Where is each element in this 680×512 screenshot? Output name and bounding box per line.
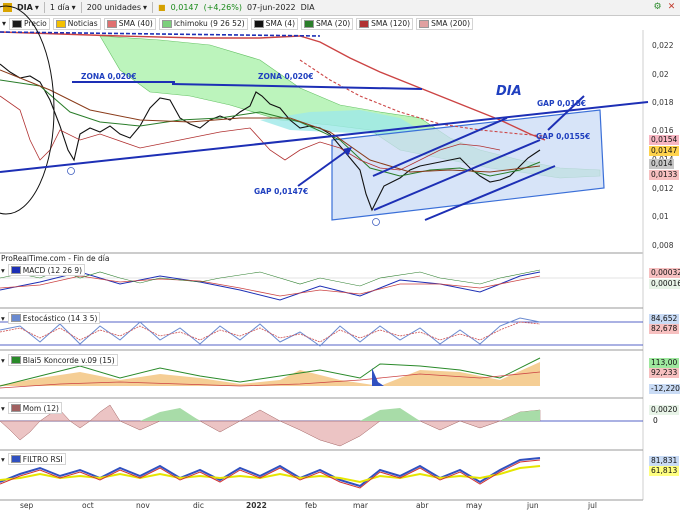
color-swatch xyxy=(10,404,21,412)
month-label: sep xyxy=(20,501,34,510)
zona-label-2: ZONA 0,020€ xyxy=(258,72,313,81)
koncorde-header: ▾ Blai5 Koncorde v.09 (15) xyxy=(1,354,118,366)
month-label: dic xyxy=(193,501,204,510)
koncorde-tag-1: 113,00 xyxy=(649,358,680,368)
month-label: jun xyxy=(527,501,539,510)
price-tag-grey: 0,014 xyxy=(649,159,675,169)
price-tag-last: 0,0147 xyxy=(649,146,680,156)
dropdown-menu-icon[interactable]: ▾ xyxy=(1,266,5,275)
price-tag-sma2: 0,0133 xyxy=(649,170,680,180)
stoch-label: Estocástico (14 3 5) xyxy=(22,313,98,323)
color-swatch xyxy=(10,356,21,364)
macd-tag-1: 0,00032 xyxy=(649,268,680,278)
source-text: ProRealTime.com - Fin de día xyxy=(1,254,110,263)
rsi-tag-2: 61,813 xyxy=(649,466,680,476)
gap-label-0147: GAP 0,0147€ xyxy=(254,187,308,196)
month-label: feb xyxy=(305,501,318,510)
dia-label: DIA xyxy=(496,84,522,99)
news-marker-icon[interactable] xyxy=(372,218,380,226)
month-label: jul xyxy=(588,501,597,510)
macd-label: MACD (12 26 9) xyxy=(22,265,83,275)
rsi-panel xyxy=(0,457,643,501)
color-swatch xyxy=(10,266,21,274)
price-tick: 0,022 xyxy=(652,41,674,50)
stoch-legend[interactable]: Estocástico (14 3 5) xyxy=(7,312,101,324)
stoch-header: ▾ Estocástico (14 3 5) xyxy=(1,312,101,324)
month-label: oct xyxy=(82,501,94,510)
dropdown-menu-icon[interactable]: ▾ xyxy=(1,314,5,323)
price-tick: 0,01 xyxy=(652,212,669,221)
koncorde-legend[interactable]: Blai5 Koncorde v.09 (15) xyxy=(7,354,118,366)
dropdown-menu-icon[interactable]: ▾ xyxy=(1,356,5,365)
macd-header: ▾ MACD (12 26 9) xyxy=(1,264,86,276)
month-label: may xyxy=(466,501,483,510)
price-tick: 0,018 xyxy=(652,98,674,107)
mom-legend[interactable]: Mom (12) xyxy=(7,402,62,414)
gap-label-018: GAP 0,018€ xyxy=(537,99,586,108)
month-label: abr xyxy=(416,501,429,510)
price-tick: 0,012 xyxy=(652,184,674,193)
highlight-circle xyxy=(0,5,55,215)
dropdown-menu-icon[interactable]: ▾ xyxy=(1,455,5,464)
news-marker-icon[interactable] xyxy=(67,167,75,175)
price-tick: 0,016 xyxy=(652,126,674,135)
source-label: ProRealTime.com - Fin de día xyxy=(1,254,110,263)
mom-header: ▾ Mom (12) xyxy=(1,402,62,414)
rsi-tag-1: 81,831 xyxy=(649,456,680,466)
price-tick: 0,008 xyxy=(652,241,674,250)
mom-label: Mom (12) xyxy=(22,403,59,413)
koncorde-tag-2: 92,233 xyxy=(649,368,680,378)
gap-label-0155: GAP 0,0155€ xyxy=(536,132,590,141)
month-label: 2022 xyxy=(246,501,267,510)
price-tick: 0,02 xyxy=(652,70,669,79)
momentum-panel xyxy=(0,404,643,451)
month-label: nov xyxy=(136,501,150,510)
dropdown-menu-icon[interactable]: ▾ xyxy=(1,404,5,413)
rsi-label: FILTRO RSI xyxy=(22,454,63,464)
zona-label-1: ZONA 0,020€ xyxy=(81,72,136,81)
stoch-tag-1: 84,652 xyxy=(649,314,680,324)
stoch-tag-2: 82,678 xyxy=(649,324,680,334)
macd-legend[interactable]: MACD (12 26 9) xyxy=(7,264,86,276)
rsi-legend[interactable]: FILTRO RSI xyxy=(7,453,66,465)
color-swatch xyxy=(10,314,21,322)
month-label: mar xyxy=(353,501,368,510)
price-tag-sma: 0,0154 xyxy=(649,135,680,145)
koncorde-tag-3: -12,220 xyxy=(649,384,680,394)
rsi-header: ▾ FILTRO RSI xyxy=(1,453,66,465)
koncorde-label: Blai5 Koncorde v.09 (15) xyxy=(22,355,115,365)
macd-tag-2: 0,00016 xyxy=(649,279,680,289)
mom-tag-1: 0,0020 xyxy=(649,405,680,415)
mom-tag-2: 0 xyxy=(653,416,658,425)
macd-panel xyxy=(0,269,643,309)
color-swatch xyxy=(10,455,21,463)
